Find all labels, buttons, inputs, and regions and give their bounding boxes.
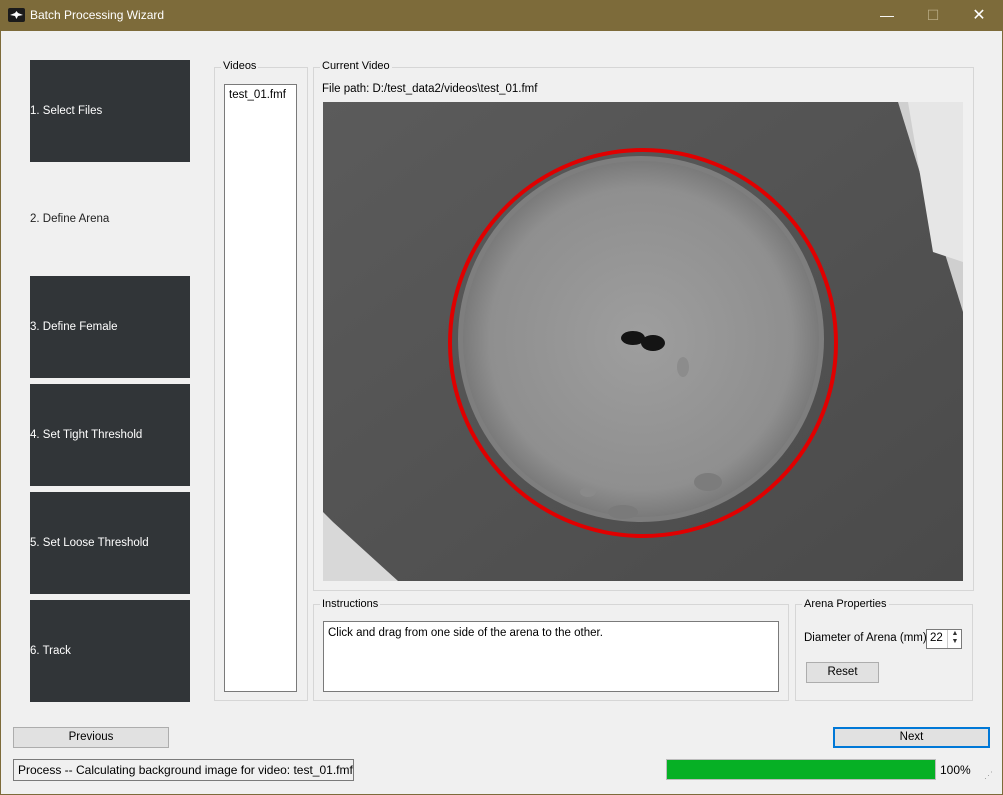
previous-button[interactable]: Previous bbox=[13, 727, 169, 748]
step-label: 5. Set Loose Threshold bbox=[30, 537, 149, 549]
minimize-button[interactable]: — bbox=[864, 0, 910, 31]
arena-properties-group bbox=[795, 604, 973, 701]
diameter-label: Diameter of Arena (mm) bbox=[804, 632, 927, 644]
instructions-group-title: Instructions bbox=[320, 598, 381, 610]
status-text: Process -- Calculating background image … bbox=[18, 763, 353, 777]
step-define-arena[interactable]: 2. Define Arena bbox=[30, 168, 190, 270]
progress-fill bbox=[667, 760, 935, 779]
resize-grip-icon[interactable]: ⋰ bbox=[984, 770, 996, 782]
step-set-tight-threshold[interactable]: 4. Set Tight Threshold bbox=[30, 384, 190, 486]
close-button[interactable]: ✕ bbox=[956, 0, 1002, 31]
instructions-box: Click and drag from one side of the aren… bbox=[323, 621, 779, 692]
step-set-loose-threshold[interactable]: 5. Set Loose Threshold bbox=[30, 492, 190, 594]
step-track[interactable]: 6. Track bbox=[30, 600, 190, 702]
status-bar: Process -- Calculating background image … bbox=[13, 759, 354, 781]
step-label: 1. Select Files bbox=[30, 105, 103, 117]
window-title: Batch Processing Wizard bbox=[30, 8, 165, 22]
file-path-label: File path: D:/test_data2/videos\test_01.… bbox=[322, 83, 538, 95]
instructions-text: Click and drag from one side of the aren… bbox=[328, 627, 603, 639]
videos-list[interactable]: test_01.fmf bbox=[224, 84, 297, 692]
spin-up-icon[interactable]: ▲ bbox=[948, 630, 962, 638]
step-label: 6. Track bbox=[30, 645, 71, 657]
list-item[interactable]: test_01.fmf bbox=[229, 89, 286, 101]
spin-down-icon[interactable]: ▼ bbox=[948, 638, 962, 646]
progress-label: 100% bbox=[940, 763, 971, 777]
diameter-value[interactable]: 22 bbox=[930, 632, 943, 644]
videos-group-title: Videos bbox=[221, 60, 259, 72]
progress-bar bbox=[666, 759, 936, 780]
arena-properties-group-title: Arena Properties bbox=[802, 598, 889, 610]
reset-button[interactable]: Reset bbox=[806, 662, 879, 683]
next-button[interactable]: Next bbox=[833, 727, 990, 748]
step-label: 3. Define Female bbox=[30, 321, 118, 333]
step-label: 2. Define Arena bbox=[30, 213, 110, 225]
step-define-female[interactable]: 3. Define Female bbox=[30, 276, 190, 378]
video-frame-image[interactable] bbox=[323, 102, 963, 581]
diameter-spinbox[interactable]: 22 ▲ ▼ bbox=[926, 629, 962, 649]
maximize-button[interactable]: ☐ bbox=[910, 0, 956, 31]
step-label: 4. Set Tight Threshold bbox=[30, 429, 143, 441]
title-bar[interactable]: Batch Processing Wizard — ☐ ✕ bbox=[0, 0, 1003, 31]
app-icon bbox=[8, 8, 25, 22]
current-video-group-title: Current Video bbox=[320, 60, 392, 72]
spinbox-arrows[interactable]: ▲ ▼ bbox=[947, 630, 962, 648]
step-select-files[interactable]: 1. Select Files bbox=[30, 60, 190, 162]
video-frame[interactable] bbox=[323, 102, 963, 581]
